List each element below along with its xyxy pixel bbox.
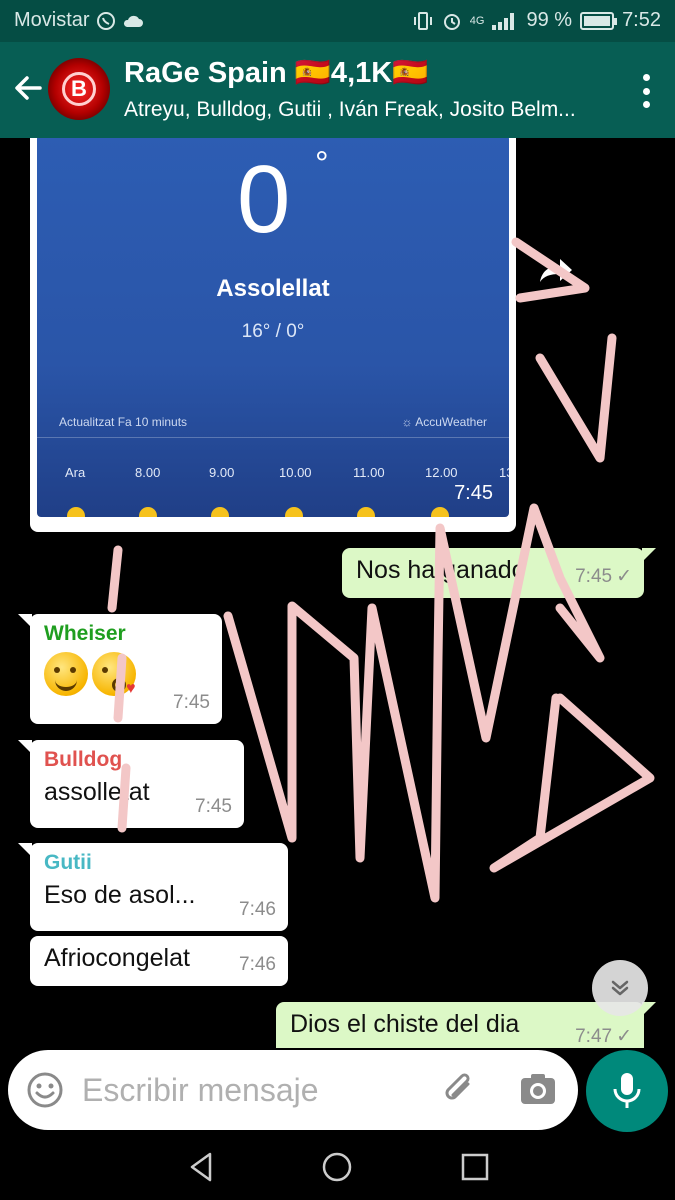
weather-updated: Actualitzat Fa 10 minuts	[59, 415, 188, 429]
message-text: Dios el chiste del dia	[290, 1010, 520, 1038]
smiling-face-emoji	[44, 652, 88, 696]
emoji-icon[interactable]	[26, 1071, 64, 1109]
vibrate-icon	[413, 11, 432, 30]
sun-icon	[139, 507, 157, 517]
time-label: 7:47	[575, 1026, 613, 1047]
weather-temperature: 0	[237, 146, 291, 253]
group-members[interactable]: Atreyu, Bulldog, Gutii , Iván Freak, Jos…	[124, 98, 604, 122]
message-time: 7:47 ✓	[575, 1025, 632, 1048]
group-title[interactable]: RaGe Spain 🇪🇸4,1K🇪🇸	[124, 56, 428, 90]
double-chevron-down-icon	[611, 980, 629, 996]
hour-label: 10.00	[279, 465, 312, 480]
hour-label: 11.00	[353, 465, 385, 480]
hour-label: Ara	[65, 465, 86, 480]
weather-divider	[37, 437, 509, 438]
camera-icon[interactable]	[518, 1070, 558, 1110]
message-incoming[interactable]: Afriocongelat 7:46	[30, 936, 288, 986]
message-time: 7:45	[195, 796, 232, 817]
message-time: 7:45	[173, 692, 210, 713]
overflow-menu-icon[interactable]	[641, 74, 651, 108]
back-arrow-icon[interactable]	[10, 70, 46, 106]
hour-label: 9.00	[209, 465, 235, 480]
sun-icon	[67, 507, 85, 517]
voice-message-button[interactable]	[586, 1050, 668, 1132]
weather-sun-icons	[37, 507, 509, 517]
status-bar: Movistar 4G 99 % 7:52	[0, 0, 675, 42]
whatsapp-icon	[96, 11, 115, 30]
system-nav-bar	[0, 1132, 675, 1200]
paperclip-icon[interactable]	[440, 1070, 480, 1110]
sender-name[interactable]: Gutii	[44, 851, 274, 875]
signal-icon	[492, 12, 515, 30]
clock: 7:52	[622, 9, 661, 31]
image-message-time: 7:45	[454, 482, 493, 504]
compose-bar	[0, 1048, 675, 1132]
time-label: 7:45	[575, 566, 613, 587]
image-message[interactable]: 0 ° Assolellat 16° / 0° Actualitzat Fa 1…	[30, 138, 516, 532]
sent-check-icon: ✓	[616, 566, 632, 587]
avatar-letter: B	[62, 72, 96, 106]
message-incoming[interactable]: Gutii Eso de asol... 7:46	[18, 843, 288, 931]
hour-label: 8.00	[135, 465, 161, 480]
network-type-label: 4G	[469, 14, 485, 27]
battery-percent: 99 %	[526, 9, 573, 31]
scroll-to-bottom-button[interactable]	[592, 960, 648, 1016]
weather-degree-symbol: °	[315, 145, 329, 183]
sender-name[interactable]: Bulldog	[44, 748, 230, 772]
alarm-icon	[443, 13, 460, 30]
carrier-label: Movistar	[14, 9, 90, 31]
message-incoming[interactable]: Bulldog assolletat 7:45	[18, 740, 244, 828]
message-outgoing[interactable]: Dios el chiste del dia 7:47 ✓	[276, 1002, 656, 1048]
sender-name[interactable]: Wheiser	[44, 622, 208, 646]
weather-range: 16° / 0°	[241, 321, 305, 342]
nav-recents-icon[interactable]	[458, 1150, 492, 1184]
chat-area: 0 ° Assolellat 16° / 0° Actualitzat Fa 1…	[0, 138, 675, 1048]
message-time: 7:46	[239, 899, 276, 920]
cloud-icon	[123, 15, 143, 27]
sent-check-icon: ✓	[616, 1026, 632, 1047]
battery-icon	[580, 11, 618, 30]
message-incoming[interactable]: Wheiser ♥ 7:45	[18, 614, 222, 724]
message-outgoing[interactable]: Nos ha ganado 7:45 ✓	[342, 548, 656, 598]
message-input[interactable]	[82, 1068, 422, 1112]
sun-icon	[211, 507, 229, 517]
message-text: Nos ha ganado	[356, 556, 526, 584]
nav-back-icon[interactable]	[184, 1150, 218, 1184]
compose-box	[8, 1050, 578, 1130]
message-time: 7:46	[239, 954, 276, 975]
provider-label: AccuWeather	[415, 415, 487, 429]
chat-header: B RaGe Spain 🇪🇸4,1K🇪🇸 Atreyu, Bulldog, G…	[0, 42, 675, 138]
weather-screenshot: 0 ° Assolellat 16° / 0° Actualitzat Fa 1…	[37, 138, 509, 517]
sun-icon	[357, 507, 375, 517]
microphone-icon	[613, 1073, 641, 1108]
nav-home-icon[interactable]	[320, 1150, 354, 1184]
sun-icon	[431, 507, 449, 517]
message-time: 7:45 ✓	[575, 565, 632, 588]
group-avatar[interactable]: B	[48, 58, 110, 120]
face-blowing-kiss-emoji: ♥	[92, 652, 136, 697]
weather-condition: Assolellat	[216, 275, 330, 302]
sun-icon	[285, 507, 303, 517]
hour-label: 12.00	[425, 465, 458, 480]
weather-provider: ☼ AccuWeather	[401, 415, 487, 429]
heart-icon: ♥	[126, 680, 136, 697]
hour-label: 13	[499, 465, 509, 480]
forward-icon[interactable]	[536, 256, 576, 286]
